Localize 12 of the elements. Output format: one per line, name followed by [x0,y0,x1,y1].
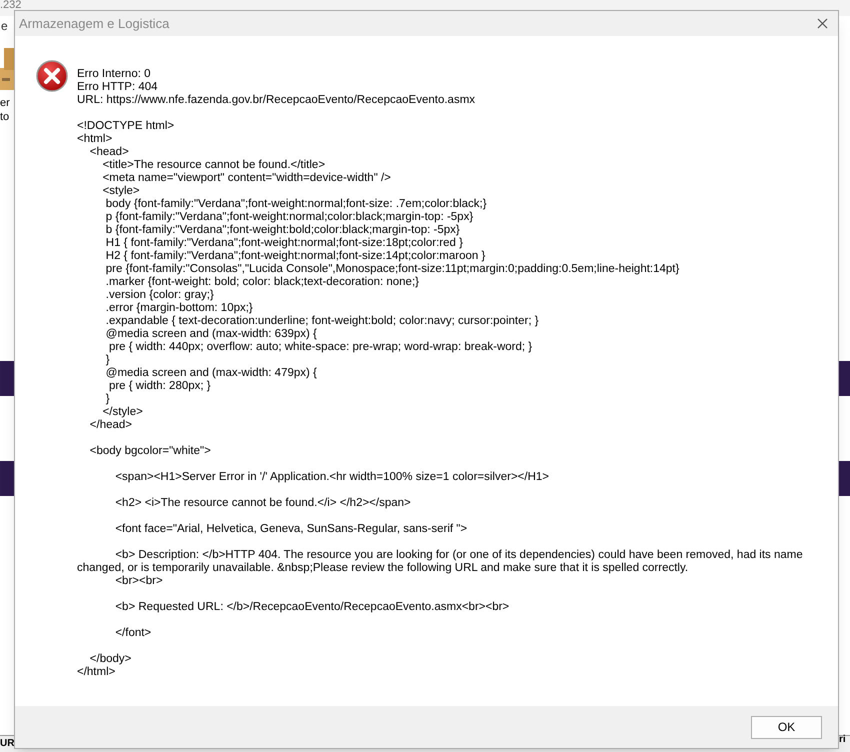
ok-button[interactable]: OK [751,716,822,738]
close-icon[interactable] [817,18,828,29]
window-title: Armazenagem e Logistica [19,14,170,33]
boxes-icon[interactable] [0,48,14,92]
icon-label: to [0,110,10,124]
field-text: e [1,19,8,33]
bottom-text: UR [0,737,14,751]
error-icon [36,60,68,92]
icon-label: er [0,96,10,110]
window-title: .232 [0,0,22,10]
bottom-text: ri [839,733,846,747]
error-message: Erro Interno: 0 Erro HTTP: 404 URL: https://www.nfe.fazenda.gov.br/RecepcaoEvento/RecepcaoEvento.asmx <!DOCTYPE html> <html> <head> <title>The resource cannot be found.</title> <meta name="viewport" content="width=device-width" /> <style> body {font-family:"Verdana";font-weight:normal;font-size: .7em;color:black;} p {font-family:"Verdana";font-weight:normal;color:black;margin-top: -5px} b {font-family:"Verdana";font-weight:bold;color:black;margin-top: -5px} H1 { font-family:"Verdana";font-weight:normal;font-size:18pt;color:red } H2 { font-family:"Verdana";font-weight:normal;font-size:14pt;color:maroon } pre {font-family:"Consolas","Lucida Console",Monospace;font-size:11pt;margin:0;padding:0.5em;line-height:14pt} .marker {font-weight: bold; color: black;text-decoration: none;} .version {color: gray;} .error {margin-bottom: 10px;} .expandable { text-decoration:underline; font-weight:bold; color:navy; cursor:pointer; } @media screen and (max-width: 639px) { pre { width: 440px; overflow: auto; white-space: pre-wrap; word-wrap: break-word; } } @media screen and (max-width: 479px) { pre { width: 280px; } } </style> </head> <body bgcolor="white"> <span><H1>Server Error in '/' Application.<hr width=100% size=1 color=silver></H1> <h2> <i>The resource cannot be found.</i> </h2></span> <font face="Arial, Helvetica, Geneva, SunSans-Regular, sans-serif "> <b> Description: </b>HTTP 404. The resource you are looking for (or one of its dependencies) could have been removed, had its name changed, or is temporarily unavailable. &nbsp;Please review the following URL and make sure that it is spelled correctly. <br><br> <b> Requested URL: </b>/RecepcaoEvento/RecepcaoEvento.asmx<br><br> </font> </body> </html> [77,68,804,679]
